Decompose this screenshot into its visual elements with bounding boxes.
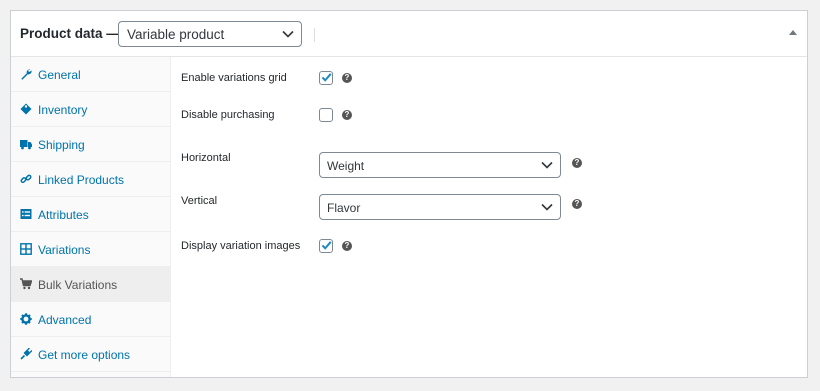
tab-label: Advanced — [38, 313, 92, 327]
chevron-down-icon — [282, 30, 294, 38]
horizontal-label: Horizontal — [181, 152, 231, 164]
tab-label: Variations — [38, 243, 91, 257]
display-images-label: Display variation images — [181, 240, 301, 252]
horizontal-value: Weight — [327, 159, 365, 173]
tab-label: Inventory — [38, 103, 88, 117]
tag-icon — [20, 103, 32, 115]
product-type-value: Variable product — [127, 27, 225, 42]
help-icon[interactable]: ? — [342, 241, 352, 251]
tab-label: Shipping — [38, 138, 85, 152]
tab-linked-products[interactable]: Linked Products — [11, 162, 170, 197]
chevron-down-icon — [541, 161, 553, 169]
disable-purchasing-checkbox[interactable] — [319, 108, 333, 122]
tab-shipping[interactable]: Shipping — [11, 127, 170, 162]
enable-grid-row: Enable variations grid ? — [181, 65, 807, 91]
product-data-tabs: General Inventory Shipping Linked Produc… — [11, 57, 171, 377]
vertical-select[interactable]: Flavor — [319, 194, 561, 220]
plugin-icon — [20, 348, 32, 360]
display-images-row: Display variation images ? — [181, 233, 807, 259]
disable-purchasing-row: Disable purchasing ? — [181, 102, 807, 128]
cart-icon — [20, 278, 32, 290]
tab-attributes[interactable]: Attributes — [11, 197, 170, 232]
help-icon[interactable]: ? — [572, 158, 582, 168]
tab-label: General — [38, 68, 81, 82]
vertical-value: Flavor — [327, 201, 361, 215]
checkmark-icon — [321, 241, 332, 250]
tab-get-more-options[interactable]: Get more options — [11, 337, 170, 372]
tab-label: Linked Products — [38, 173, 125, 187]
grid-icon — [20, 243, 32, 255]
tab-bulk-variations[interactable]: Bulk Variations — [11, 267, 170, 302]
tab-general[interactable]: General — [11, 57, 170, 92]
enable-grid-label: Enable variations grid — [181, 72, 287, 84]
gear-icon — [20, 313, 32, 325]
horizontal-row: Horizontal Weight ? — [181, 152, 807, 178]
truck-icon — [20, 140, 32, 150]
vertical-label: Vertical — [181, 195, 218, 207]
panel-title: Product data — — [20, 26, 120, 41]
tab-label: Bulk Variations — [38, 278, 118, 292]
display-images-checkbox[interactable] — [319, 239, 333, 253]
list-icon — [20, 209, 32, 219]
vertical-row: Vertical Flavor ? — [181, 194, 807, 220]
help-icon[interactable]: ? — [572, 199, 582, 209]
bulk-variations-options: Enable variations grid ? Disable purchas… — [171, 57, 807, 377]
horizontal-select[interactable]: Weight — [319, 152, 561, 178]
tab-inventory[interactable]: Inventory — [11, 92, 170, 127]
help-icon[interactable]: ? — [342, 73, 352, 83]
tab-advanced[interactable]: Advanced — [11, 302, 170, 337]
panel-header: Product data — Variable product — [11, 11, 807, 57]
wrench-icon — [21, 69, 32, 80]
tab-label: Attributes — [38, 208, 89, 222]
collapse-arrow-icon[interactable] — [789, 30, 797, 35]
enable-grid-checkbox[interactable] — [319, 71, 333, 85]
help-icon[interactable]: ? — [342, 110, 352, 120]
product-type-select[interactable]: Variable product — [118, 21, 302, 47]
link-icon — [20, 174, 32, 184]
tab-label: Get more options — [38, 348, 131, 362]
disable-purchasing-label: Disable purchasing — [181, 109, 275, 121]
header-divider — [314, 28, 315, 42]
tab-variations[interactable]: Variations — [11, 232, 170, 267]
chevron-down-icon — [541, 203, 553, 211]
checkmark-icon — [321, 73, 332, 82]
product-data-panel: Product data — Variable product General … — [10, 10, 808, 378]
